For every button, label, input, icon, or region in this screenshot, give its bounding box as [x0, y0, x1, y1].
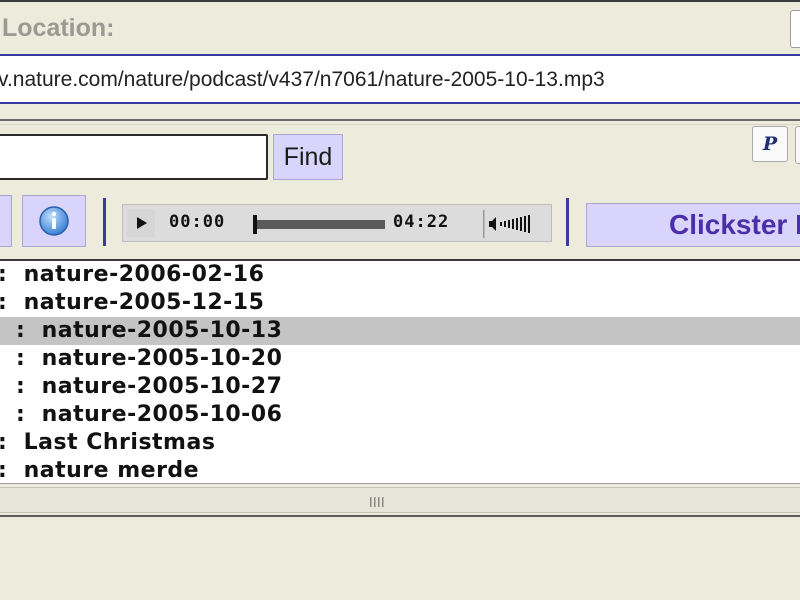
- location-label: Location:: [2, 14, 115, 42]
- list-item[interactable]: : nature-2005-12-15: [0, 289, 800, 317]
- list-item-label: : nature merde: [0, 458, 200, 483]
- info-button[interactable]: [22, 195, 86, 247]
- info-icon: [39, 206, 69, 236]
- scrollbar-thumb[interactable]: [0, 487, 800, 513]
- divider: [0, 124, 800, 125]
- url-text: v.nature.com/nature/podcast/v437/n7061/n…: [0, 68, 605, 91]
- duration-time: 04:22: [393, 212, 450, 232]
- url-field[interactable]: v.nature.com/nature/podcast/v437/n7061/n…: [0, 54, 800, 104]
- playlist: : nature-2006-02-16 : nature-2005-12-15 …: [0, 259, 800, 483]
- search-input[interactable]: [0, 134, 268, 180]
- audio-player: 00:00 04:22: [122, 204, 552, 242]
- list-item[interactable]: : nature-2005-10-06: [0, 401, 800, 429]
- list-item-label: : Last Christmas: [0, 430, 216, 455]
- seek-bar[interactable]: [255, 220, 385, 229]
- divider: [0, 119, 800, 121]
- list-item[interactable]: : nature merde: [0, 457, 800, 483]
- paypal-icon: P: [762, 133, 778, 155]
- play-icon[interactable]: [127, 209, 155, 237]
- volume-icon[interactable]: [483, 210, 549, 238]
- toolbar-separator: [103, 198, 106, 246]
- seek-handle[interactable]: [253, 215, 257, 234]
- left-toolbar-button[interactable]: [0, 195, 12, 247]
- list-item-label: : nature-2005-10-20: [16, 346, 283, 371]
- list-item[interactable]: : nature-2005-10-27: [0, 373, 800, 401]
- list-item-label: : nature-2006-02-16: [0, 262, 265, 287]
- list-item-label: : nature-2005-10-06: [16, 402, 283, 427]
- extra-button[interactable]: [795, 126, 800, 164]
- paypal-button[interactable]: P: [752, 126, 788, 162]
- toolbar-separator: [566, 198, 569, 246]
- list-item-label: : nature-2005-10-27: [16, 374, 283, 399]
- list-item-label: : nature-2005-10-13: [16, 318, 283, 343]
- clickster-button[interactable]: Clickster I: [586, 203, 800, 247]
- horizontal-scrollbar[interactable]: [0, 483, 800, 517]
- top-right-button[interactable]: [790, 10, 800, 48]
- find-button[interactable]: Find: [273, 134, 343, 180]
- top-border: [0, 0, 800, 2]
- list-item[interactable]: : Last Christmas: [0, 429, 800, 457]
- list-item[interactable]: : nature-2006-02-16: [0, 261, 800, 289]
- current-time: 00:00: [169, 212, 226, 232]
- list-item-label: : nature-2005-12-15: [0, 290, 265, 315]
- list-item[interactable]: : nature-2005-10-20: [0, 345, 800, 373]
- grip-icon: [370, 497, 384, 507]
- list-item-selected[interactable]: : nature-2005-10-13: [0, 317, 800, 345]
